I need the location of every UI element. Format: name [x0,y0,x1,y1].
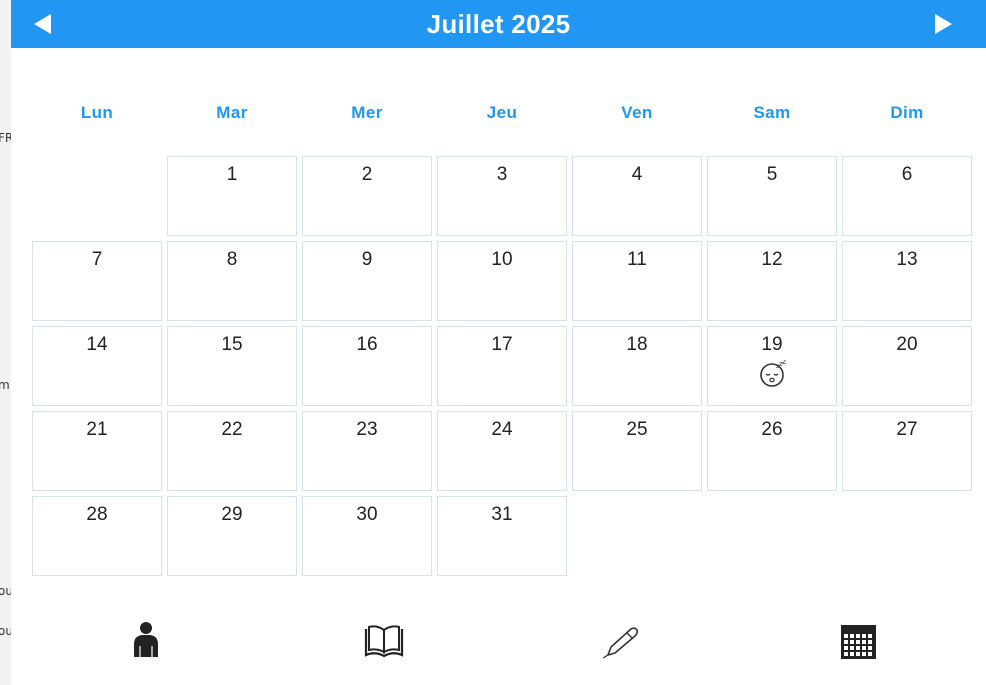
day-number: 26 [761,419,783,440]
day-cell[interactable]: 8 [167,241,297,321]
day-cell[interactable]: 28 [32,496,162,576]
day-number: 14 [86,334,108,355]
right-triangle-icon [935,14,952,34]
day-cell[interactable]: 17 [437,326,567,406]
person-icon [134,622,158,657]
day-number: 16 [356,334,378,355]
day-cell[interactable]: 9 [302,241,432,321]
day-number: 13 [896,249,918,270]
day-number: 19 [761,334,783,355]
day-number: 11 [627,249,647,270]
weekday-label: Ven [621,103,653,122]
day-number: 30 [356,504,378,525]
day-number: 29 [221,504,243,525]
day-number: 7 [91,249,103,270]
day-number: 24 [491,419,513,440]
day-number: 27 [896,419,918,440]
day-cell[interactable]: 6 [842,156,972,236]
day-cell[interactable]: 31 [437,496,567,576]
profile-nav-button[interactable] [124,619,168,663]
day-cell[interactable]: 18 [572,326,702,406]
day-number: 6 [901,164,913,185]
weekday-label: Jeu [486,103,518,122]
day-cell[interactable]: 21 [32,411,162,491]
day-number: 21 [86,419,108,440]
background-text-fragment: m [0,378,10,392]
day-number: 25 [626,419,648,440]
day-number: 22 [221,419,243,440]
day-cell[interactable]: 27 [842,411,972,491]
day-cell[interactable]: 16 [302,326,432,406]
day-cell[interactable]: 26 [707,411,837,491]
calendar-nav-button[interactable] [837,619,881,663]
day-cell[interactable]: 22 [167,411,297,491]
day-cell[interactable]: 29 [167,496,297,576]
day-cell[interactable]: 4 [572,156,702,236]
day-number: 15 [221,334,243,355]
day-number: 5 [766,164,778,185]
day-cell[interactable]: 23 [302,411,432,491]
day-cell[interactable]: 25 [572,411,702,491]
day-cell[interactable]: 11 [572,241,702,321]
day-number: 28 [86,504,108,525]
day-cell[interactable]: 10 [437,241,567,321]
day-number: 23 [356,419,378,440]
calendar-icon [841,625,876,659]
month-title: Juillet 2025 [426,9,571,39]
weekday-label: Sam [753,103,791,122]
calendar-header: Juillet 2025 [11,0,986,48]
day-number: 17 [491,334,513,355]
write-nav-button[interactable] [600,619,644,663]
day-cell[interactable]: 7 [32,241,162,321]
day-number: 20 [896,334,918,355]
day-cell[interactable]: 19 z z z [707,326,837,406]
weekday-label: Mer [351,103,383,122]
journal-nav-button[interactable] [362,619,406,663]
day-number: 1 [226,164,238,185]
calendar-app: Juillet 2025 Lun Mar Mer Jeu Ven Sam Dim 12345… [11,0,986,685]
day-cell[interactable]: 5 [707,156,837,236]
bottom-navigation [11,615,986,675]
day-number: 18 [626,334,648,355]
open-book-icon [364,625,404,658]
day-number: 10 [491,249,513,270]
weekday-label: Lun [80,103,114,122]
day-number: 4 [631,164,643,185]
sleeping-face-icon: zzz [760,360,786,387]
day-number: 2 [361,164,373,185]
day-cell[interactable]: 13 [842,241,972,321]
day-cell[interactable]: 1 [167,156,297,236]
day-cell[interactable]: 3 [437,156,567,236]
day-number: 8 [226,249,238,270]
day-cell[interactable]: 20 [842,326,972,406]
day-number: 12 [761,249,783,270]
next-month-button[interactable] [931,10,959,38]
day-number: 3 [496,164,508,185]
day-cell[interactable]: 30 [302,496,432,576]
day-cell[interactable]: 14 [32,326,162,406]
weekday-label: Mar [216,103,248,122]
day-number: 31 [491,504,513,525]
day-cell[interactable]: 12 [707,241,837,321]
day-cell[interactable]: 24 [437,411,567,491]
day-cell[interactable]: 2 [302,156,432,236]
svg-text:z: z [782,360,786,366]
day-cell[interactable]: 15 [167,326,297,406]
day-number: 9 [361,249,373,270]
pen-icon [602,627,639,659]
weekday-label: Dim [890,103,924,122]
